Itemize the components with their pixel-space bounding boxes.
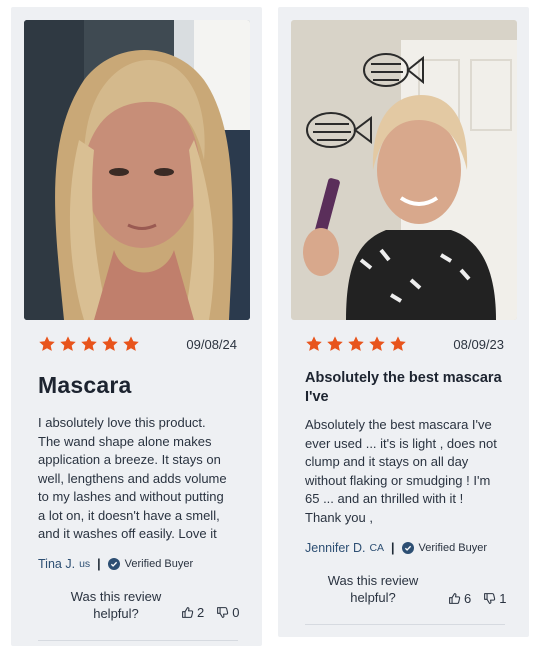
thumbs-down-icon[interactable] bbox=[216, 606, 229, 619]
upvote-count: 2 bbox=[197, 605, 205, 620]
author-location: us bbox=[79, 558, 91, 570]
thumbs-down-icon[interactable] bbox=[483, 592, 496, 605]
star-icon bbox=[38, 335, 56, 353]
thumbs-up-icon[interactable] bbox=[181, 606, 194, 619]
review-date: 09/08/24 bbox=[186, 337, 237, 352]
star-icon bbox=[80, 335, 98, 353]
star-icon bbox=[305, 335, 323, 353]
author-name[interactable]: Tina J. bbox=[38, 557, 75, 571]
helpful-prompt: Was this review helpful? bbox=[70, 589, 162, 621]
star-rating bbox=[38, 335, 140, 353]
helpful-votes: 2 0 bbox=[181, 605, 239, 620]
review-card: 09/08/24 Mascara I absolutely love this … bbox=[11, 7, 262, 646]
separator: | bbox=[97, 557, 101, 571]
review-title: Absolutely the best mascara I've bbox=[305, 370, 502, 405]
review-body: Absolutely the best mascara I've ever us… bbox=[305, 417, 497, 525]
verified-buyer-badge: Verified Buyer bbox=[418, 542, 488, 554]
check-circle-icon bbox=[401, 542, 414, 554]
star-rating bbox=[305, 335, 407, 353]
upvote-count: 6 bbox=[464, 591, 472, 606]
review-photo[interactable] bbox=[24, 20, 250, 320]
author-location: CA bbox=[369, 542, 385, 554]
star-icon bbox=[347, 335, 365, 353]
helpful-votes: 6 1 bbox=[448, 591, 506, 606]
review-author-row: Jennifer D. CA | Verified Buyer bbox=[305, 541, 487, 555]
star-icon bbox=[368, 335, 386, 353]
star-icon bbox=[101, 335, 119, 353]
star-icon bbox=[59, 335, 77, 353]
check-circle-icon bbox=[107, 558, 120, 570]
review-title: Mascara bbox=[38, 372, 132, 398]
divider bbox=[305, 624, 505, 625]
downvote-count: 0 bbox=[232, 605, 240, 620]
downvote-count: 1 bbox=[499, 591, 507, 606]
thumbs-up-icon[interactable] bbox=[448, 592, 461, 605]
star-icon bbox=[389, 335, 407, 353]
verified-buyer-badge: Verified Buyer bbox=[124, 558, 194, 570]
review-author-row: Tina J. us | Verified Buyer bbox=[38, 557, 193, 571]
divider bbox=[38, 640, 238, 641]
review-body: I absolutely love this product. The wand… bbox=[38, 415, 227, 541]
separator: | bbox=[391, 541, 395, 555]
star-icon bbox=[122, 335, 140, 353]
author-name[interactable]: Jennifer D. bbox=[305, 541, 365, 555]
review-date: 08/09/23 bbox=[453, 337, 504, 352]
review-photo[interactable] bbox=[291, 20, 517, 320]
helpful-prompt: Was this review helpful? bbox=[327, 573, 419, 605]
star-icon bbox=[326, 335, 344, 353]
review-card: 08/09/23 Absolutely the best mascara I'v… bbox=[278, 7, 529, 637]
